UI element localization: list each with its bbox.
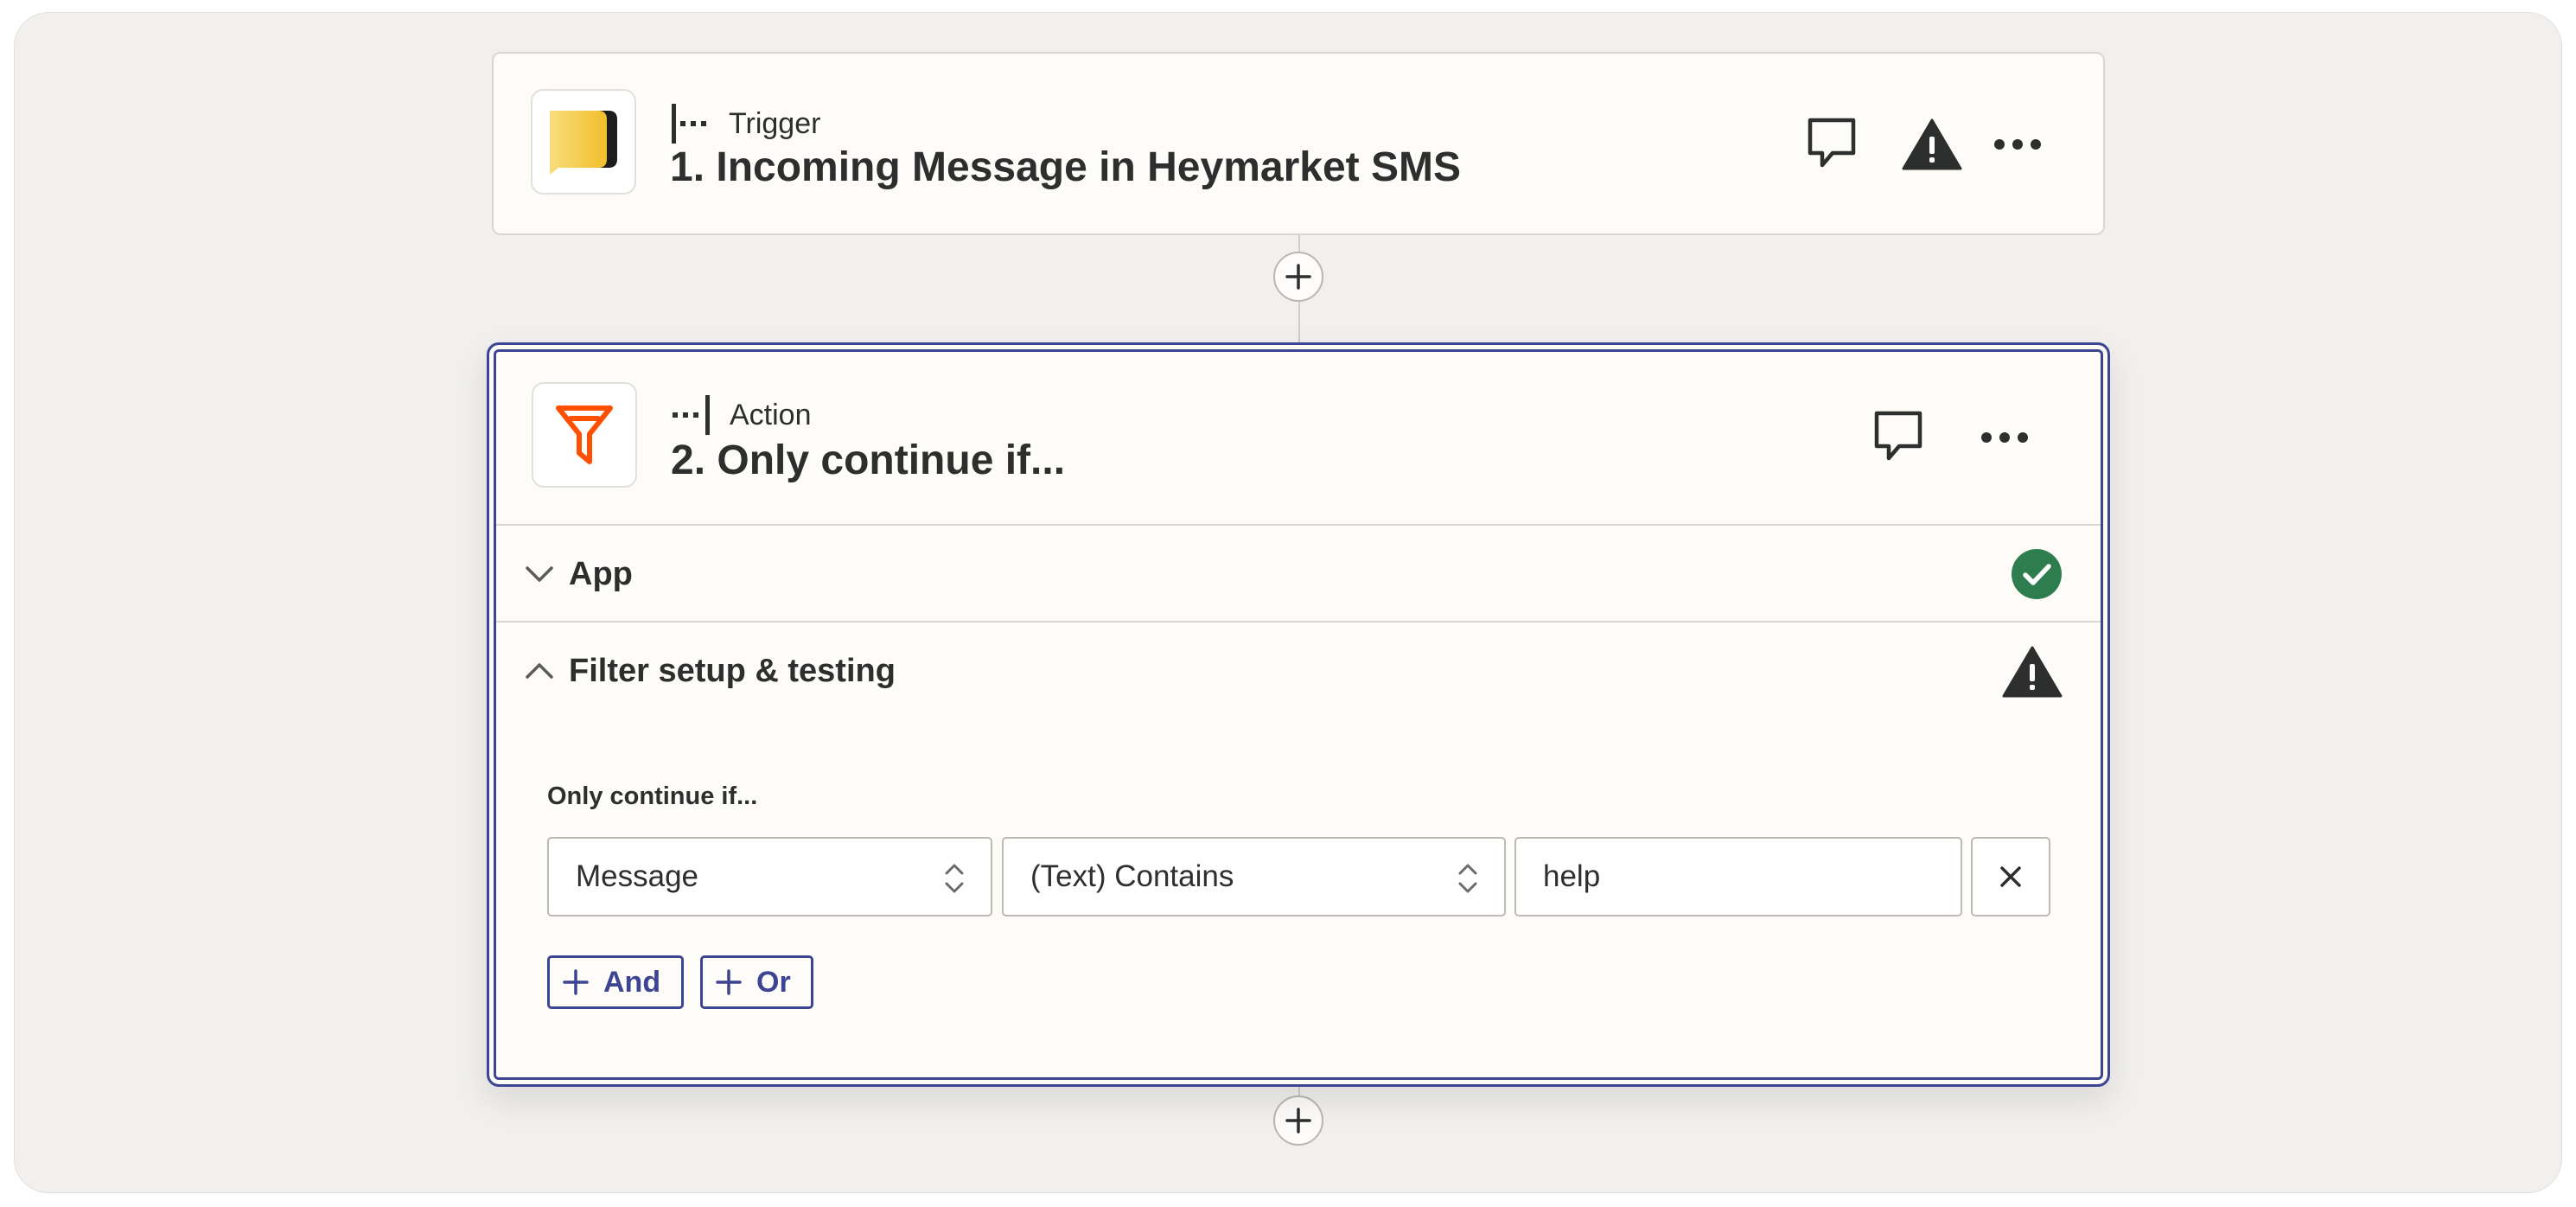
plus-icon — [716, 969, 742, 995]
step-title: 2. Only continue if... — [671, 437, 1066, 483]
comment-button[interactable] — [1806, 116, 1858, 173]
add-or-condition-button[interactable]: Or — [700, 955, 813, 1009]
warning-icon — [1902, 118, 1962, 170]
comment-icon — [1874, 411, 1922, 461]
step-title: 1. Incoming Message in Heymarket SMS — [670, 144, 1461, 190]
more-options-button[interactable] — [1993, 130, 2043, 159]
add-step-button[interactable] — [1273, 252, 1323, 302]
field-select[interactable]: Message — [547, 837, 992, 916]
chevron-up-icon — [522, 662, 557, 680]
app-section-header[interactable]: App — [496, 524, 2101, 623]
condition-select-value: (Text) Contains — [1030, 859, 1234, 893]
filter-section-header[interactable]: Filter setup & testing — [496, 621, 2101, 719]
trigger-step-icon — [672, 104, 706, 144]
action-step-icon — [673, 395, 710, 435]
condition-select[interactable]: (Text) Contains — [1002, 837, 1506, 916]
warning-icon — [2002, 645, 2063, 703]
add-and-condition-button[interactable]: And — [547, 955, 684, 1009]
value-input[interactable]: help — [1514, 837, 1962, 916]
filter-app-icon — [532, 382, 637, 488]
filter-icon — [556, 406, 613, 464]
plus-icon — [563, 969, 589, 995]
section-label: App — [569, 555, 633, 592]
select-arrows-icon — [944, 863, 965, 902]
step-type: Trigger — [670, 102, 820, 145]
check-circle-icon — [2011, 548, 2063, 604]
more-options-button[interactable] — [1980, 423, 2030, 452]
more-icon — [1994, 139, 2041, 150]
section-label: Filter setup & testing — [569, 652, 896, 689]
or-label: Or — [756, 965, 791, 999]
comment-button[interactable] — [1872, 409, 1924, 466]
step-type-label: Action — [730, 398, 812, 431]
heymarket-app-icon — [531, 89, 636, 195]
filter-rule-heading: Only continue if... — [547, 782, 758, 810]
close-icon — [2000, 866, 2021, 887]
step-type: Action — [671, 393, 812, 437]
heymarket-logo-icon — [550, 111, 617, 175]
plus-icon — [1285, 1108, 1311, 1134]
warning-button[interactable] — [1901, 116, 1963, 173]
and-label: And — [603, 965, 661, 999]
trigger-step-card[interactable]: Trigger 1. Incoming Message in Heymarket… — [492, 52, 2105, 235]
field-select-value: Message — [576, 859, 699, 893]
comment-icon — [1808, 118, 1856, 168]
zap-editor-canvas: Trigger 1. Incoming Message in Heymarket… — [14, 12, 2562, 1193]
action-step-card[interactable]: Action 2. Only continue if... App Filter… — [487, 342, 2110, 1087]
value-input-text: help — [1543, 859, 1601, 893]
remove-rule-button[interactable] — [1971, 837, 2050, 916]
step-type-label: Trigger — [729, 106, 821, 140]
add-step-button[interactable] — [1273, 1095, 1323, 1146]
select-arrows-icon — [1457, 863, 1478, 902]
more-icon — [1981, 432, 2028, 443]
plus-icon — [1285, 264, 1311, 290]
chevron-down-icon — [522, 565, 557, 583]
